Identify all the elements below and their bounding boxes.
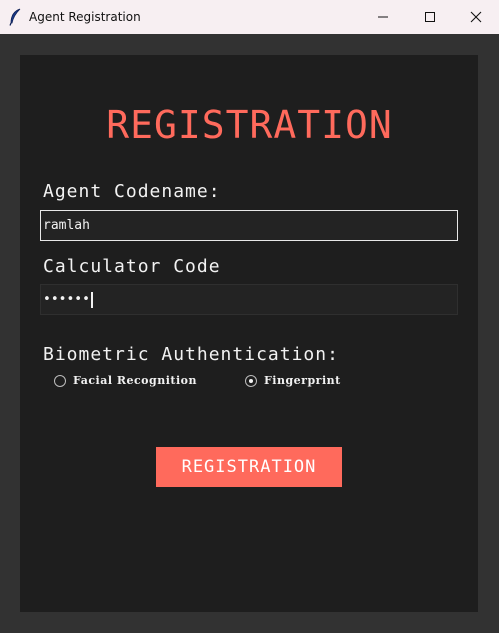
close-icon (470, 8, 482, 27)
biometric-label: Biometric Authentication: (43, 344, 339, 365)
text-caret (90, 291, 93, 308)
minimize-icon (377, 8, 389, 27)
radio-facial-label: Facial Recognition (73, 374, 197, 387)
page-title: REGISTRATION (106, 103, 393, 147)
close-button[interactable] (453, 0, 499, 34)
codename-input[interactable]: ramlah (40, 210, 458, 241)
radio-fingerprint-label: Fingerprint (264, 374, 341, 387)
maximize-icon (424, 8, 436, 27)
codename-value: ramlah (43, 218, 90, 233)
maximize-button[interactable] (407, 0, 453, 34)
calculator-code-input[interactable]: •••••• (40, 284, 458, 315)
minimize-button[interactable] (360, 0, 406, 34)
radio-checked-icon (245, 374, 257, 387)
feather-icon (8, 8, 22, 26)
window-title: Agent Registration (29, 10, 141, 24)
calculator-code-label: Calculator Code (43, 256, 221, 277)
radio-facial-recognition[interactable]: Facial Recognition (54, 374, 197, 387)
codename-label: Agent Codename: (43, 181, 221, 202)
title-bar: Agent Registration (0, 0, 499, 34)
radio-unchecked-icon (54, 374, 66, 387)
radio-fingerprint[interactable]: Fingerprint (245, 374, 341, 387)
calculator-code-value: •••••• (43, 292, 90, 307)
registration-button[interactable]: REGISTRATION (156, 447, 342, 487)
